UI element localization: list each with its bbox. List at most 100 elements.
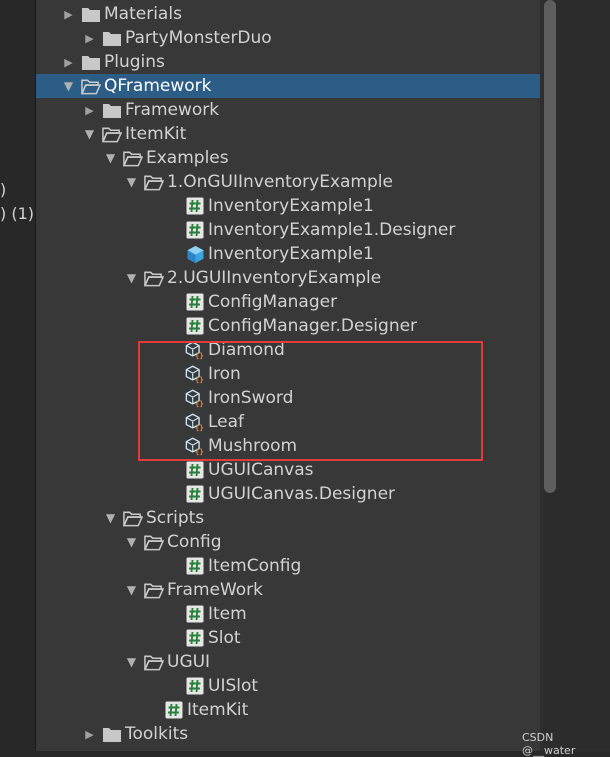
tree-row[interactable]: ▶ PartyMonsterDuo (36, 26, 540, 50)
tree-item[interactable]: ▶ Toolkits (83, 722, 188, 746)
tree-item[interactable]: InventoryExample1.Designer (166, 218, 455, 242)
tree-row[interactable]: ▶ Framework (36, 98, 540, 122)
tree-row[interactable]: ▼ Scripts (36, 506, 540, 530)
csharp-script-icon (185, 316, 205, 336)
collapse-arrow-icon[interactable]: ▼ (125, 530, 138, 554)
folder-open-icon (144, 172, 164, 192)
tree-item-label: Scripts (146, 508, 205, 528)
tree-item[interactable]: UGUICanvas.Designer (166, 482, 395, 506)
tree-item-label: Framework (125, 100, 220, 120)
folder-open-icon (123, 508, 143, 528)
tree-row[interactable]: ▶ Materials (36, 2, 540, 26)
watermark: CSDN @__water (522, 731, 576, 757)
tree-row[interactable]: ConfigManager (36, 290, 540, 314)
tree-item[interactable]: ConfigManager.Designer (166, 314, 417, 338)
folder-icon (81, 4, 101, 24)
expand-arrow-icon[interactable]: ▶ (83, 98, 96, 122)
tree-item-label: InventoryExample1.Designer (208, 220, 456, 240)
tree-item[interactable]: ▶ Framework (83, 98, 219, 122)
collapse-arrow-icon[interactable]: ▼ (83, 122, 96, 146)
tree-row[interactable]: Item (36, 602, 540, 626)
collapse-arrow-icon[interactable]: ▼ (62, 74, 75, 98)
tree-row[interactable]: UGUICanvas.Designer (36, 482, 540, 506)
tree-row[interactable]: ▼ UGUI (36, 650, 540, 674)
tree-item[interactable]: Item (166, 602, 247, 626)
expand-arrow-icon[interactable]: ▶ (83, 26, 96, 50)
tree-item-label: InventoryExample1 (208, 244, 374, 264)
tree-item[interactable]: ItemKit (145, 698, 248, 722)
tree-item[interactable]: ▼ ItemKit (83, 122, 186, 146)
tree-row[interactable]: Slot (36, 626, 540, 650)
tree-row[interactable]: ▼ Config (36, 530, 540, 554)
tree-item-label: InventoryExample1 (208, 196, 374, 216)
tree-item-label: ItemKit (125, 124, 187, 144)
tree-row[interactable]: ▶ Toolkits (36, 722, 540, 746)
tree-row[interactable]: ▼ 2.UGUIInventoryExample (36, 266, 540, 290)
collapse-arrow-icon[interactable]: ▼ (125, 650, 138, 674)
tree-item[interactable]: ▼ FrameWork (125, 578, 263, 602)
expand-arrow-icon[interactable]: ▶ (62, 50, 75, 74)
csharp-script-icon (185, 460, 205, 480)
collapse-arrow-icon[interactable]: ▼ (125, 266, 138, 290)
tree-row[interactable]: ▼ 1.OnGUIInventoryExample (36, 170, 540, 194)
csharp-script-icon (185, 484, 205, 504)
tree-item[interactable]: ▶ PartyMonsterDuo (83, 26, 271, 50)
tree-item[interactable]: InventoryExample1 (166, 242, 374, 266)
scrollbar-thumb[interactable] (544, 0, 556, 493)
expand-arrow-icon[interactable]: ▶ (83, 722, 96, 746)
tree-row[interactable]: ItemKit (36, 698, 540, 722)
expand-arrow-icon[interactable]: ▶ (62, 2, 75, 26)
tree-row[interactable]: InventoryExample1 (36, 242, 540, 266)
collapse-arrow-icon[interactable]: ▼ (125, 578, 138, 602)
prefab-icon (185, 244, 205, 264)
tree-item-label: ConfigManager.Designer (208, 316, 418, 336)
tree-item[interactable]: ItemConfig (166, 554, 301, 578)
tree-row[interactable]: ConfigManager.Designer (36, 314, 540, 338)
tree-item-label: UGUI (167, 652, 211, 672)
tree-row[interactable]: UGUICanvas (36, 458, 540, 482)
tree-item[interactable]: ▼ Examples (104, 146, 229, 170)
tree-row[interactable]: ▼ QFramework (36, 74, 540, 98)
tree-row[interactable]: ▼ FrameWork (36, 578, 540, 602)
right-panel-edge (557, 0, 610, 751)
tree-item[interactable]: InventoryExample1 (166, 194, 374, 218)
folder-open-icon (102, 124, 122, 144)
tree-item[interactable]: ▼ Scripts (104, 506, 204, 530)
collapse-arrow-icon[interactable]: ▼ (104, 506, 117, 530)
tree-item[interactable]: Slot (166, 626, 241, 650)
tree-item[interactable]: UGUICanvas (166, 458, 313, 482)
tree-item-label: FrameWork (167, 580, 264, 600)
tree-item[interactable]: ▶ Materials (62, 2, 182, 26)
left-panel-edge (0, 0, 35, 751)
tree-row[interactable]: InventoryExample1.Designer (36, 218, 540, 242)
csharp-script-icon (185, 196, 205, 216)
tree-item[interactable]: ▼ 1.OnGUIInventoryExample (125, 170, 393, 194)
tree-item[interactable]: ▼ Config (125, 530, 222, 554)
tree-item-label: Materials (104, 4, 182, 24)
tree-row[interactable]: UISlot (36, 674, 540, 698)
folder-icon (102, 28, 122, 48)
tree-row[interactable]: ▼ ItemKit (36, 122, 540, 146)
tree-item-label: QFramework (104, 76, 212, 96)
tree-row[interactable]: ▶ Plugins (36, 50, 540, 74)
tree-item[interactable]: ConfigManager (166, 290, 337, 314)
folder-icon (81, 52, 101, 72)
tree-item-label: 1.OnGUIInventoryExample (167, 172, 393, 192)
csharp-script-icon (185, 220, 205, 240)
collapse-arrow-icon[interactable]: ▼ (104, 146, 117, 170)
tree-item-label: Config (167, 532, 222, 552)
tree-item[interactable]: ▼ QFramework (62, 74, 212, 98)
csharp-script-icon (164, 700, 184, 720)
highlight-annotation-box (138, 341, 483, 461)
tree-row[interactable]: ItemConfig (36, 554, 540, 578)
tree-item[interactable]: ▼ UGUI (125, 650, 210, 674)
tree-item-label: Item (208, 604, 247, 624)
tree-row[interactable]: ▼ Examples (36, 146, 540, 170)
collapse-arrow-icon[interactable]: ▼ (125, 170, 138, 194)
tree-item[interactable]: UISlot (166, 674, 258, 698)
tree-row[interactable]: InventoryExample1 (36, 194, 540, 218)
tree-item-label: 2.UGUIInventoryExample (167, 268, 382, 288)
csharp-script-icon (185, 292, 205, 312)
tree-item[interactable]: ▼ 2.UGUIInventoryExample (125, 266, 381, 290)
tree-item[interactable]: ▶ Plugins (62, 50, 165, 74)
